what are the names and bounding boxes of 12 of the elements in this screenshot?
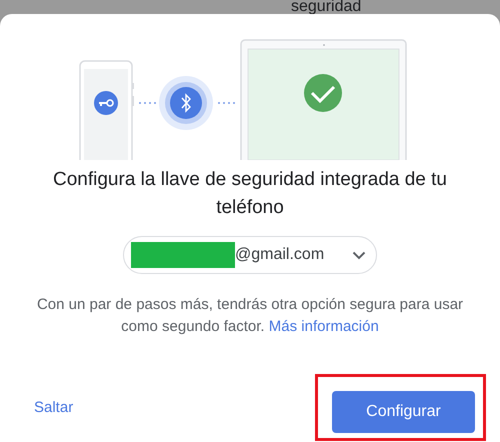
account-selector[interactable]: @gmail.com [123,236,377,274]
dotted-line [139,102,156,104]
description-text: Con un par de pasos más, tendrás otra opción segura para usar como segundo factor. Más información [36,295,464,337]
skip-button[interactable]: Saltar [34,399,74,416]
chevron-down-icon [352,250,366,260]
dotted-line [218,102,235,104]
check-icon [304,74,342,112]
more-info-link[interactable]: Más información [268,318,379,335]
key-icon [94,91,118,115]
dialog-title: Configura la llave de seguridad integrada de tu teléfono [52,168,448,220]
configure-button[interactable]: Configurar [332,391,475,433]
bluetooth-icon [159,76,213,130]
